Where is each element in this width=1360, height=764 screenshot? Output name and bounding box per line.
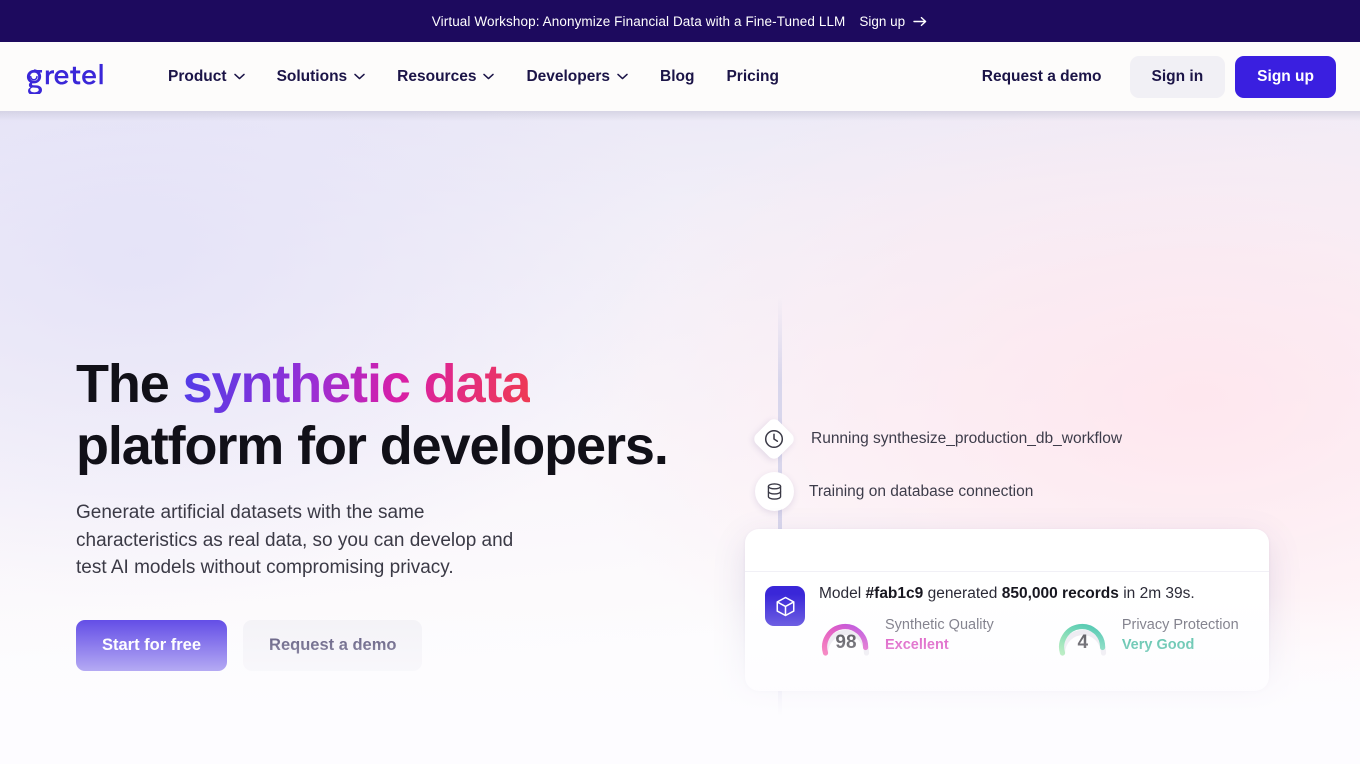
nav-item-label: Developers xyxy=(526,67,611,85)
hero-subheading: Generate artificial datasets with the sa… xyxy=(76,502,514,578)
headline-gradient-phrase: synthetic data xyxy=(182,354,532,414)
announcement-signup-link[interactable]: Sign up xyxy=(859,14,928,29)
page-title: The synthetic data platform for developer… xyxy=(76,353,676,477)
primary-nav: Product Solutions Resources Developers B… xyxy=(152,60,795,94)
nav-item-label: Blog xyxy=(660,67,695,85)
sign-up-button[interactable]: Sign up xyxy=(1235,55,1336,98)
workflow-step-training: Training on database connection xyxy=(755,472,1033,511)
site-header: Product Solutions Resources Developers B… xyxy=(0,42,1360,111)
nav-item-developers[interactable]: Developers xyxy=(510,60,644,94)
step-badge-diamond xyxy=(751,416,797,462)
nav-item-blog[interactable]: Blog xyxy=(644,60,710,94)
announcement-banner: Virtual Workshop: Anonymize Financial Da… xyxy=(0,0,1360,42)
hero-top-shade xyxy=(0,111,1360,121)
nav-item-solutions[interactable]: Solutions xyxy=(261,60,382,94)
request-demo-button[interactable]: Request a demo xyxy=(964,56,1120,98)
nav-item-label: Resources xyxy=(397,67,477,85)
chevron-down-icon xyxy=(233,73,245,80)
arrow-right-icon xyxy=(913,16,927,26)
workflow-step-running: Running synthesize_production_db_workflo… xyxy=(751,416,1123,462)
nav-item-label: Pricing xyxy=(726,67,779,85)
step-label: Running synthesize_production_db_workflo… xyxy=(811,430,1123,447)
sign-in-button[interactable]: Sign in xyxy=(1129,55,1226,98)
gretel-logo[interactable] xyxy=(24,60,108,94)
announcement-text: Virtual Workshop: Anonymize Financial Da… xyxy=(431,13,846,29)
clock-icon xyxy=(764,429,784,449)
nav-item-pricing[interactable]: Pricing xyxy=(710,60,795,94)
card-header-strip xyxy=(745,529,1269,572)
headline-part-1: The xyxy=(76,354,183,414)
chevron-down-icon xyxy=(617,73,628,80)
nav-item-label: Solutions xyxy=(276,67,348,85)
hero-bottom-fade xyxy=(0,594,1360,764)
hero-section: The synthetic data platform for developer… xyxy=(0,111,1360,764)
step-badge-circle xyxy=(755,472,794,511)
chevron-down-icon xyxy=(354,73,365,80)
headline-part-2: platform for developers. xyxy=(76,416,669,476)
chevron-down-icon xyxy=(483,73,495,80)
nav-item-resources[interactable]: Resources xyxy=(381,60,510,94)
header-actions: Request a demo Sign in Sign up xyxy=(964,55,1336,98)
nav-item-product[interactable]: Product xyxy=(152,60,261,94)
announcement-signup-label: Sign up xyxy=(859,13,906,29)
step-label: Training on database connection xyxy=(809,482,1034,500)
database-icon xyxy=(767,483,782,500)
nav-item-label: Product xyxy=(168,67,227,85)
